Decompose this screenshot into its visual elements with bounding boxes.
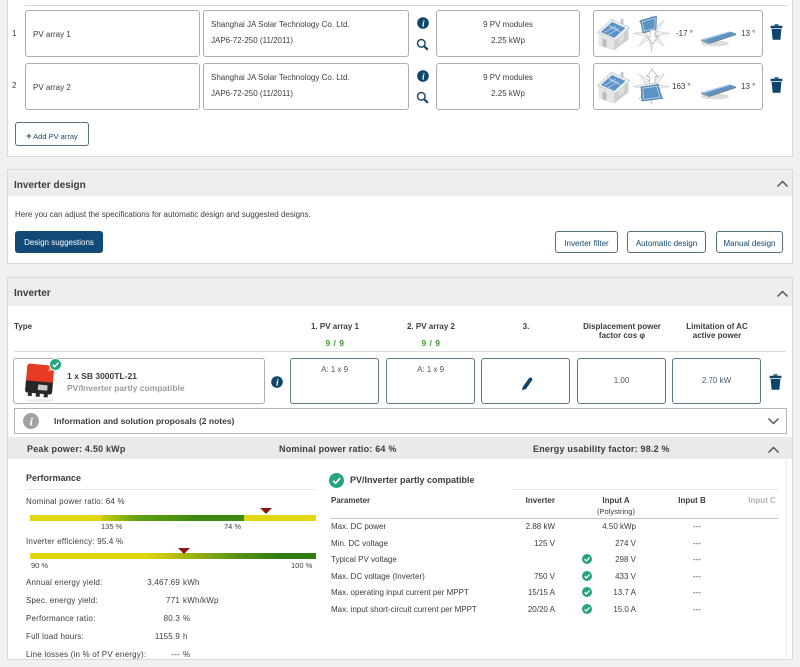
svg-text:i: i xyxy=(276,378,279,388)
svg-text:i: i xyxy=(422,72,425,82)
svg-text:i: i xyxy=(422,19,425,29)
